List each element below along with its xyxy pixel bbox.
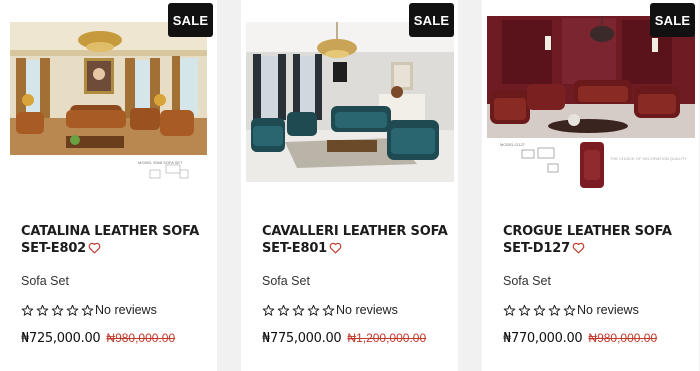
star-rating [21,304,94,317]
product-category[interactable]: Sofa Set [503,274,551,288]
wishlist-heart-icon[interactable] [88,242,101,259]
original-price: ₦980,000.00 [588,331,658,345]
product-category[interactable]: Sofa Set [21,274,69,288]
review-count[interactable]: No reviews [577,303,639,317]
product-title-text[interactable]: CATALINA LEATHER SOFA SET-E802 [21,224,199,256]
wishlist-heart-icon[interactable] [329,242,342,259]
star-outline-icon [262,304,275,316]
star-outline-icon [66,304,79,316]
product-category[interactable]: Sofa Set [262,274,310,288]
star-outline-icon [51,304,64,316]
star-outline-icon [21,304,34,316]
product-image[interactable]: SALE [241,0,458,190]
rating-row: No reviews [503,302,639,318]
star-outline-icon [518,304,531,316]
product-image[interactable]: MODEL:D127 THE CHOICE OF DECORATION QUAL… [482,0,699,190]
rating-row: No reviews [21,302,157,318]
rating-row: No reviews [262,302,398,318]
product-title[interactable]: CATALINA LEATHER SOFA SET-E802 [21,223,211,259]
original-price: ₦980,000.00 [106,331,176,345]
product-card[interactable]: MODEL 5368 SOFA SET SALE CATALINA LEATHE… [0,0,217,371]
sale-badge: SALE [650,3,695,37]
product-title-text[interactable]: CAVALLERI LEATHER SOFA SET-E801 [262,224,448,256]
product-grid: MODEL 5368 SOFA SET SALE CATALINA LEATHE… [0,0,700,371]
product-image[interactable]: MODEL 5368 SOFA SET SALE [0,0,217,190]
image-caption: THE CHOICE OF DECORATION QUALITY [610,156,687,161]
star-outline-icon [322,304,335,316]
review-count[interactable]: No reviews [336,303,398,317]
star-outline-icon [277,304,290,316]
review-count[interactable]: No reviews [95,303,157,317]
star-outline-icon [503,304,516,316]
star-rating [503,304,576,317]
product-card[interactable]: MODEL:D127 THE CHOICE OF DECORATION QUAL… [482,0,699,371]
star-outline-icon [563,304,576,316]
image-caption: MODEL 5368 SOFA SET [138,160,183,165]
sale-badge: SALE [168,3,213,37]
star-outline-icon [548,304,561,316]
sale-price: ₦725,000.00 [21,331,101,346]
wishlist-heart-icon[interactable] [572,242,585,259]
star-outline-icon [36,304,49,316]
star-rating [262,304,335,317]
star-outline-icon [533,304,546,316]
product-card[interactable]: SALE CAVALLERI LEATHER SOFA SET-E801 Sof… [241,0,458,371]
product-title-text[interactable]: CROGUE LEATHER SOFA SET-D127 [503,224,672,256]
sale-badge: SALE [409,3,454,37]
price-row: ₦725,000.00 ₦980,000.00 [21,331,175,346]
product-title[interactable]: CAVALLERI LEATHER SOFA SET-E801 [262,223,452,259]
price-row: ₦775,000.00 ₦1,200,000.00 [262,331,426,346]
star-outline-icon [307,304,320,316]
product-title[interactable]: CROGUE LEATHER SOFA SET-D127 [503,223,693,259]
original-price: ₦1,200,000.00 [347,331,427,345]
sale-price: ₦770,000.00 [503,331,583,346]
price-row: ₦770,000.00 ₦980,000.00 [503,331,657,346]
star-outline-icon [292,304,305,316]
svg-text:MODEL:D127: MODEL:D127 [500,142,526,147]
star-outline-icon [81,304,94,316]
sale-price: ₦775,000.00 [262,331,342,346]
